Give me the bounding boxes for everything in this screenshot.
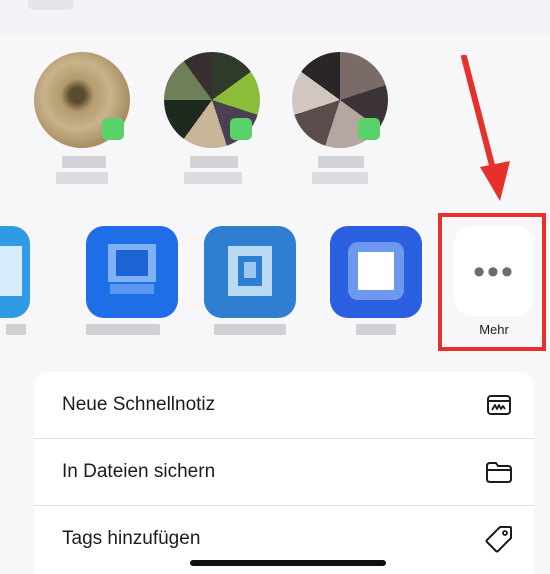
action-label: Neue Schnellnotiz (62, 394, 216, 415)
contact-suggestion-2[interactable] (164, 52, 260, 184)
home-indicator[interactable] (190, 560, 386, 566)
message-badge-icon (230, 118, 252, 140)
top-strip (0, 0, 550, 34)
annotation-arrow (461, 55, 510, 201)
app-icon (0, 226, 30, 318)
contact-suggestion-3[interactable] (292, 52, 388, 184)
top-tab (28, 0, 74, 10)
action-save-to-files[interactable]: In Dateien sichern (34, 439, 534, 505)
action-menu: Neue Schnellnotiz In Dateien sichern Tag… (34, 372, 534, 574)
action-quick-note[interactable]: Neue Schnellnotiz (34, 372, 534, 438)
app-share-target-2[interactable] (86, 226, 178, 336)
action-label: In Dateien sichern (62, 461, 216, 482)
app-icon (204, 226, 296, 318)
contact-name-line2 (312, 172, 368, 184)
app-label (356, 324, 396, 335)
tag-icon (485, 526, 512, 553)
message-badge-icon (358, 118, 380, 140)
contact-name (190, 156, 238, 168)
contact-name-line2 (184, 172, 242, 184)
folder-icon (486, 462, 512, 483)
quick-note-icon (487, 395, 511, 415)
more-button-label: Mehr (479, 322, 509, 337)
app-label (214, 324, 286, 335)
app-icon (330, 226, 422, 318)
app-share-target-4[interactable] (330, 226, 422, 336)
app-icon (86, 226, 178, 318)
app-label (86, 324, 160, 335)
message-badge-icon (102, 118, 124, 140)
ellipsis-icon: ••• (473, 253, 515, 291)
contact-name (318, 156, 364, 168)
app-share-target-3[interactable] (204, 226, 296, 336)
contact-name-line2 (56, 172, 108, 184)
contact-name (62, 156, 106, 168)
contact-suggestion-1[interactable] (34, 52, 130, 184)
app-share-target-1[interactable] (0, 226, 30, 336)
app-label (6, 324, 26, 335)
action-label: Tags hinzufügen (62, 528, 201, 549)
